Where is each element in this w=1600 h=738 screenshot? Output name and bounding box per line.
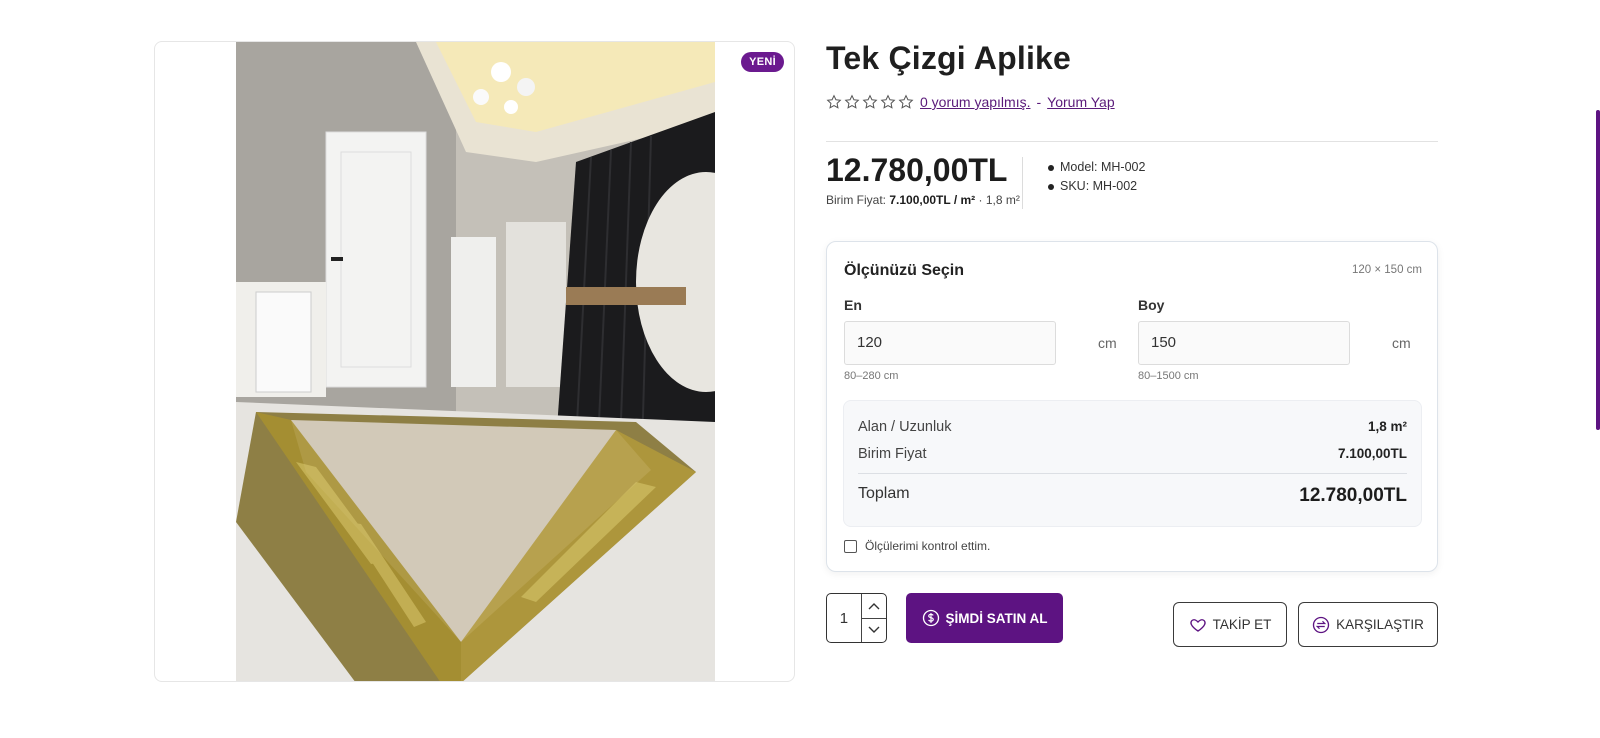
size-selector: Ölçünüzü Seçin 120 × 150 cm En 120 cm 80… xyxy=(826,241,1438,572)
summary-divider xyxy=(858,473,1407,474)
divider xyxy=(826,141,1438,142)
bullet-icon xyxy=(1048,164,1054,171)
compare-icon xyxy=(1312,616,1330,633)
page-scrollbar[interactable] xyxy=(1596,110,1600,430)
quantity-stepper: 1 xyxy=(826,593,887,643)
length-label: Boy xyxy=(1138,297,1165,313)
unit-price-value: 7.100,00TL / m² xyxy=(889,193,976,207)
unit-price-label: Birim Fiyat: xyxy=(826,193,886,207)
bullet-icon xyxy=(1048,183,1054,190)
confirm-checkbox[interactable] xyxy=(844,539,857,553)
width-input[interactable]: 120 xyxy=(844,321,1056,365)
chevron-up-icon xyxy=(868,602,880,610)
width-label: En xyxy=(844,297,862,313)
total-value: 12.780,00TL xyxy=(1299,485,1407,506)
unit-price-info: Birim Fiyat: 7.100,00TL / m² · 1,8 m² xyxy=(826,193,1020,207)
area-label: Alan / Uzunluk xyxy=(858,419,952,435)
product-price: 12.780,00TL xyxy=(826,152,1008,188)
quantity-steps xyxy=(860,594,886,643)
new-badge: YENİ xyxy=(741,52,784,72)
star-icon[interactable] xyxy=(844,94,860,110)
total-row: Toplam 12.780,00TL xyxy=(858,485,1407,507)
review-separator: - xyxy=(1036,94,1042,110)
buy-now-label: ŞİMDİ SATIN AL xyxy=(945,610,1048,626)
follow-button[interactable]: TAKİP ET xyxy=(1173,602,1287,647)
rating-stars xyxy=(826,94,914,110)
write-review-link[interactable]: Yorum Yap xyxy=(1047,94,1114,110)
area-row: Alan / Uzunluk 1,8 m² xyxy=(858,419,1407,435)
chevron-down-icon xyxy=(868,626,880,634)
compare-button[interactable]: KARŞILAŞTIR xyxy=(1298,602,1438,647)
width-range: 80–280 cm xyxy=(844,370,899,382)
size-selector-title: Ölçünüzü Seçin xyxy=(844,262,965,279)
quantity-decrease-button[interactable] xyxy=(861,617,886,643)
confirm-label: Ölçülerimi kontrol ettim. xyxy=(865,539,991,553)
vertical-divider xyxy=(1022,157,1023,209)
product-photo[interactable] xyxy=(236,42,715,681)
product-title: Tek Çizgi Aplike xyxy=(826,40,1072,76)
length-range: 80–1500 cm xyxy=(1138,370,1199,382)
area-value: 1,8 m² xyxy=(1367,419,1407,434)
star-icon[interactable] xyxy=(880,94,896,110)
confirm-measurements[interactable]: Ölçülerimi kontrol ettim. xyxy=(844,539,990,553)
reviews-link[interactable]: 0 yorum yapılmış. xyxy=(920,94,1030,110)
follow-label: TAKİP ET xyxy=(1212,617,1272,632)
star-icon[interactable] xyxy=(898,94,914,110)
quantity-increase-button[interactable] xyxy=(862,594,886,618)
quantity-input[interactable]: 1 xyxy=(827,594,861,642)
buy-now-button[interactable]: ŞİMDİ SATIN AL xyxy=(906,593,1063,643)
summary-unit-price-label: Birim Fiyat xyxy=(858,446,927,462)
compare-label: KARŞILAŞTIR xyxy=(1336,617,1424,632)
heart-icon xyxy=(1189,618,1206,632)
summary-unit-price-value: 7.100,00TL xyxy=(1337,446,1407,461)
star-icon[interactable] xyxy=(862,94,878,110)
product-sku: SKU: MH-002 xyxy=(1060,179,1138,193)
width-unit: cm xyxy=(1098,335,1117,351)
size-dims: 120 × 150 cm xyxy=(1351,264,1422,276)
product-image-card: YENİ xyxy=(154,41,795,682)
star-icon[interactable] xyxy=(826,94,842,110)
dollar-icon xyxy=(922,609,939,627)
total-label: Toplam xyxy=(858,485,910,502)
length-unit: cm xyxy=(1392,335,1411,351)
rating-row: 0 yorum yapılmış. - Yorum Yap xyxy=(826,94,1115,110)
unit-price-row: Birim Fiyat 7.100,00TL xyxy=(858,446,1407,462)
unit-price-area: · 1,8 m² xyxy=(978,193,1020,207)
product-meta: Model: MH-002 SKU: MH-002 xyxy=(1048,158,1145,196)
price-summary: Alan / Uzunluk 1,8 m² Birim Fiyat 7.100,… xyxy=(843,400,1422,527)
length-input[interactable]: 150 xyxy=(1138,321,1350,365)
product-model: Model: MH-002 xyxy=(1060,160,1146,174)
